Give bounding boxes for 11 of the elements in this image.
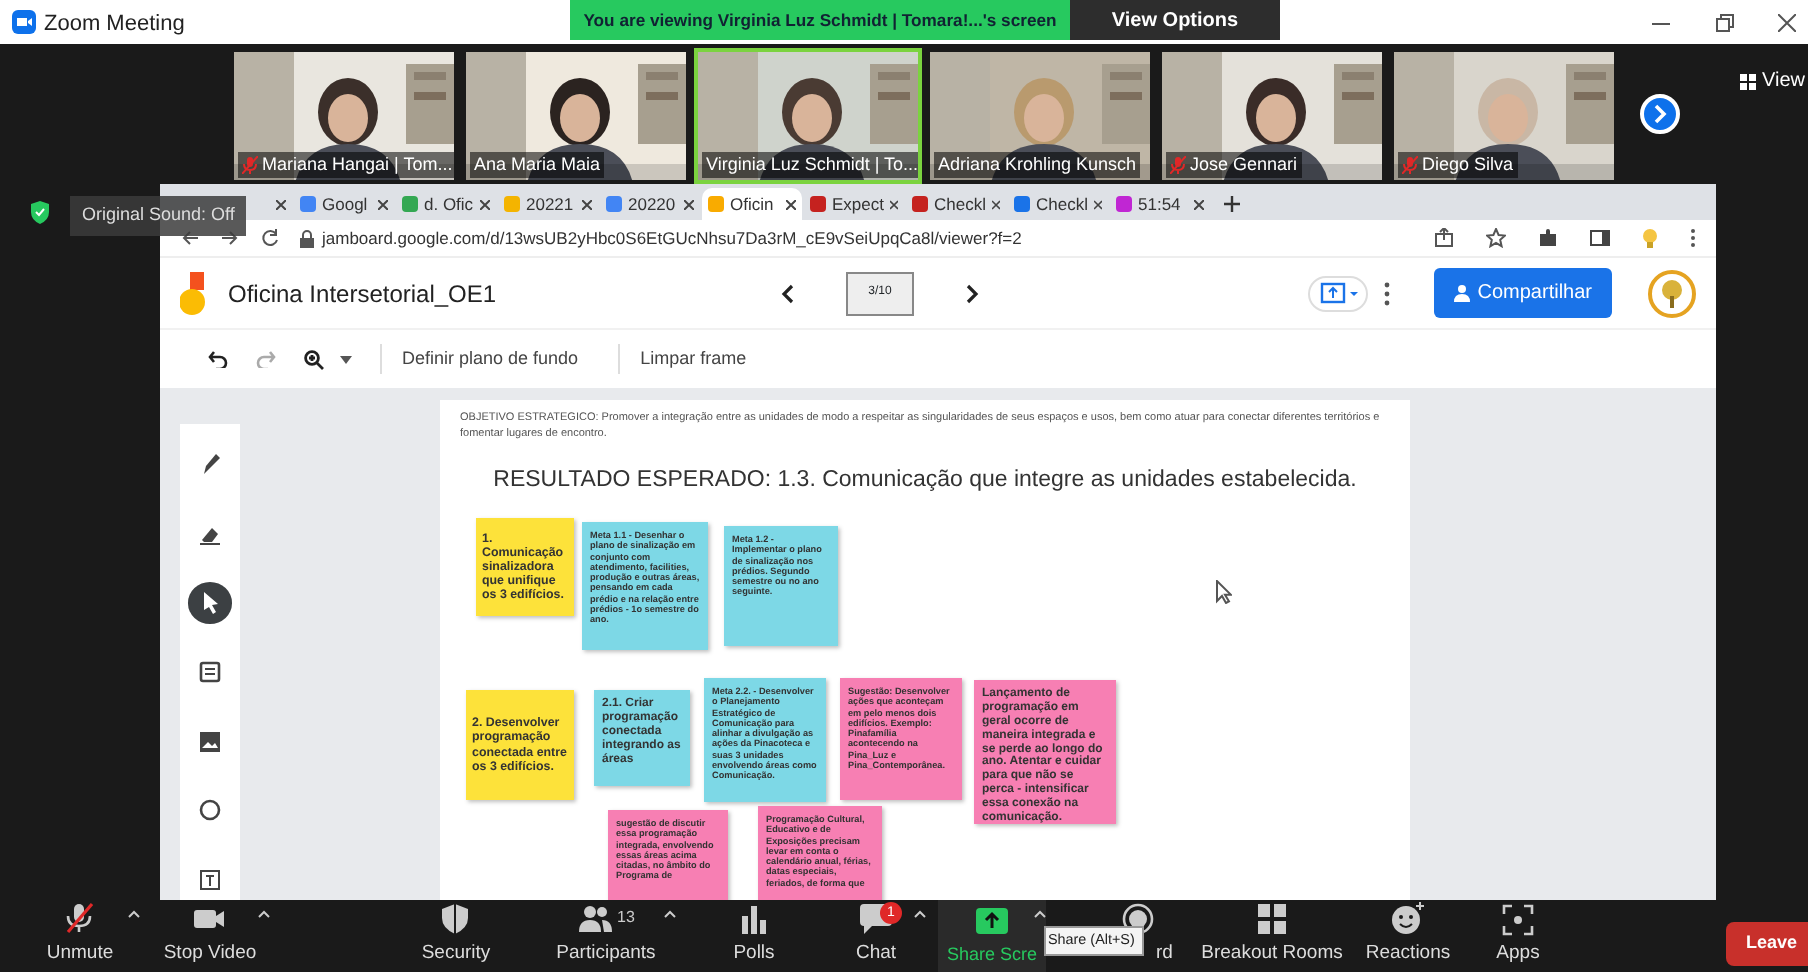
participant-name: Mariana Hangai | Tom... (262, 151, 453, 178)
participant-name: Adriana Krohling Kunsch (938, 151, 1137, 178)
document-title: Oficina Intersetorial_OE1 (228, 277, 499, 311)
window-title: Zoom Meeting (44, 10, 185, 40)
frame-heading: RESULTADO ESPERADO: 1.3. Comunicação que integre as unidades estabelecida. (491, 466, 1359, 496)
participant-name: Virginia Luz Schmidt | To... (706, 151, 918, 178)
participant-count: 13 (617, 906, 635, 931)
participant-name: Ana Maria Maia (474, 151, 601, 177)
screen-share-banner: You are viewing Virginia Luz Schmidt | Tomara!...'s screen (570, 0, 1070, 40)
participant-name: Jose Gennari (1190, 151, 1298, 177)
participant-name: Diego Silva (1422, 151, 1514, 178)
